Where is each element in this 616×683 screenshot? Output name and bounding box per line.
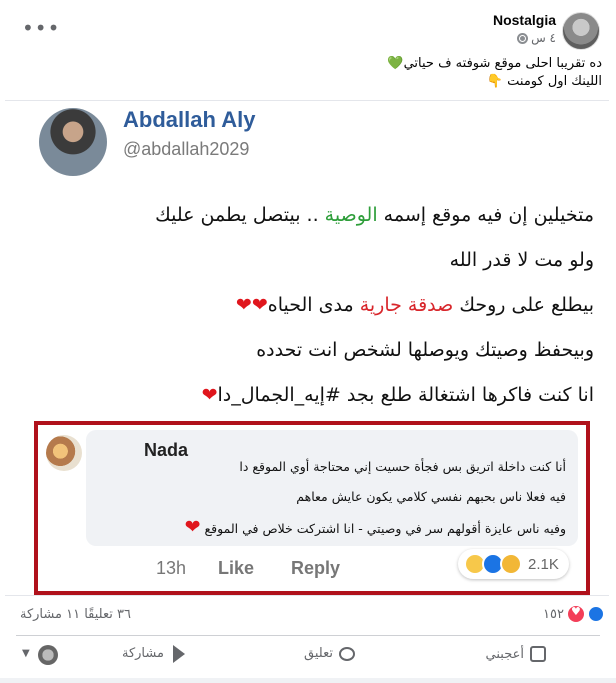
tweet-line-3: بيطلع على روحك صدقة جارية مدى الحياه❤❤ [235, 294, 594, 316]
post-meta: ٤ س [517, 31, 556, 45]
post-image[interactable]: Abdallah Aly @abdallah2029 متخيلين إن في… [5, 100, 609, 596]
comment-reaction-count: 2.1K [528, 555, 559, 573]
bottom-separator [0, 678, 616, 683]
green-heart-icon: 💚 [387, 56, 404, 71]
tweet-author-name: Abdallah Aly [123, 107, 256, 132]
commenter-avatar [46, 435, 82, 471]
comment-line-1: أنا كنت داخلة اتريق بس فجأة حسيت إني محت… [239, 459, 566, 474]
actor-avatar[interactable] [38, 645, 58, 665]
share-label: مشاركة [122, 646, 164, 661]
sad-reaction-icon [500, 553, 522, 575]
comments-shares-count[interactable]: ٣٦ تعليقًا ١١ مشاركة [20, 607, 131, 622]
tweet-line-5: انا كنت فاكرها اشتغالة طلع بجد #إيه_الجم… [201, 384, 594, 406]
tweet-line-4: وبيحفظ وصيتك ويوصلها لشخص انت تحدده [256, 339, 594, 361]
share-button[interactable]: مشاركة [122, 644, 188, 663]
comment-reactions: 2.1K [458, 549, 569, 579]
page-avatar[interactable] [562, 12, 600, 50]
globe-icon [517, 32, 529, 44]
post-caption: ده تقريبا احلى موقع شوفته ف حياتي💚 اللين… [12, 55, 602, 91]
caption-line-2: اللينك اول كومنت [507, 74, 602, 89]
footer-stats: ٣٦ تعليقًا ١١ مشاركة ١٥٢ [0, 602, 616, 630]
divider [16, 635, 600, 636]
comment-text: أنا كنت داخلة اتريق بس فجأة حسيت إني محت… [166, 452, 566, 544]
post-header: ••• Nostalgia ٤ س [0, 10, 616, 50]
tweet-line-1: متخيلين إن فيه موقع إسمه الوصية .. بيتصل… [155, 204, 594, 226]
like-reaction-icon [588, 606, 604, 622]
post-actions: أعجبني تعليق مشاركة [0, 638, 616, 674]
pointing-down-icon: 👇 [486, 74, 504, 89]
thumbs-up-icon [530, 646, 546, 662]
tweet-avatar [39, 108, 107, 176]
heart-icon: ❤ [184, 516, 201, 538]
like-button[interactable]: أعجبني [486, 646, 546, 662]
comment-reply-label: Reply [291, 558, 341, 578]
caption-line-1: ده تقريبا احلى موقع شوفته ف حياتي [403, 56, 602, 71]
share-icon [172, 644, 185, 663]
comment-line-2: فيه فعلا ناس بحبهم نفسي كلامي يكون عايش … [296, 489, 566, 504]
tweet-text: متخيلين إن فيه موقع إسمه الوصية .. بيتصل… [34, 193, 594, 418]
love-reaction-icon [568, 605, 584, 622]
comment-time: 13h [156, 558, 187, 578]
reaction-summary[interactable]: ١٥٢ [543, 605, 604, 622]
comment-icon [338, 646, 355, 661]
post-card: ••• Nostalgia ٤ س ده تقريبا احلى موقع شو… [0, 0, 616, 683]
highlight-green: الوصية [324, 204, 378, 226]
comment-label: تعليق [304, 646, 333, 661]
comment-bubble: Nada أنا كنت داخلة اتريق بس فجأة حسيت إن… [86, 430, 578, 546]
embedded-comment: Nada أنا كنت داخلة اتريق بس فجأة حسيت إن… [34, 421, 590, 595]
more-options-button[interactable]: ••• [22, 18, 60, 38]
comment-line-3: وفيه ناس عايزة أقولهم سر في وصيتي - انا … [184, 516, 566, 538]
heart-icon: ❤ [201, 384, 218, 406]
heart-icon: ❤❤ [235, 294, 268, 316]
tweet-line-2: ولو مت لا قدر الله [449, 249, 594, 271]
comment-button[interactable]: تعليق [304, 646, 355, 661]
like-label: أعجبني [485, 646, 524, 662]
reaction-count[interactable]: ١٥٢ [543, 607, 564, 622]
comment-like-label: Like [218, 558, 255, 578]
page-name[interactable]: Nostalgia [493, 12, 556, 28]
tweet-author-handle: @abdallah2029 [123, 139, 250, 159]
highlight-red: صدقة جارية [359, 294, 454, 316]
chevron-down-icon[interactable]: ▼ [22, 648, 30, 659]
post-time[interactable]: ٤ س [531, 31, 556, 45]
